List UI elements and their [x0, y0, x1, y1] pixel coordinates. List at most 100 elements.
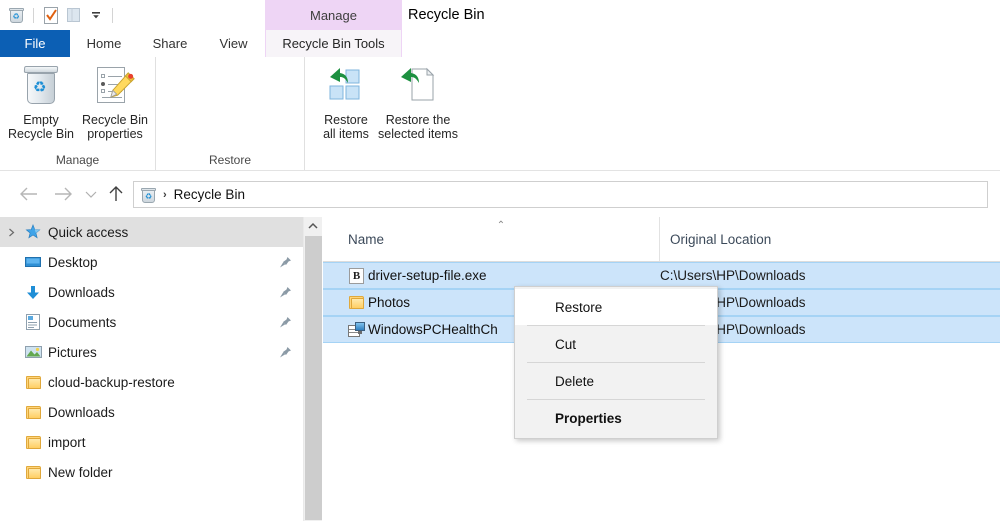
recycle-bin-properties-label-line2: properties	[87, 127, 143, 141]
tab-view[interactable]: View	[202, 30, 265, 57]
table-row[interactable]: B driver-setup-file.exe C:\Users\HP\Down…	[323, 262, 1000, 289]
pin-icon[interactable]	[277, 337, 293, 367]
sidebar-item-label: Downloads	[48, 404, 115, 420]
folder-icon	[22, 427, 44, 457]
restore-all-items-button[interactable]: Restore all items	[315, 61, 377, 149]
restore-selected-items-button[interactable]: Restore the selected items	[377, 61, 459, 149]
sidebar-item-desktop[interactable]: Desktop	[0, 247, 321, 277]
sort-ascending-icon: ⌃	[496, 220, 506, 231]
sidebar-item-import[interactable]: import	[0, 427, 321, 457]
tab-recycle-bin-tools[interactable]: Recycle Bin Tools	[265, 30, 402, 57]
folder-icon	[345, 296, 368, 309]
pictures-icon	[22, 337, 44, 367]
sidebar-item-label: Downloads	[48, 284, 115, 300]
recycle-bin-properties-label-line1: Recycle Bin	[82, 113, 148, 127]
file-name: WindowsPCHealthCh	[368, 322, 498, 337]
sidebar-item-label: New folder	[48, 464, 113, 480]
sidebar-item-pictures[interactable]: Pictures	[0, 337, 321, 367]
folder-icon	[22, 457, 44, 487]
context-menu-item-cut[interactable]: Cut	[515, 326, 717, 362]
window-title: Recycle Bin	[408, 7, 485, 23]
documents-icon	[22, 307, 44, 337]
pin-icon[interactable]	[277, 277, 293, 307]
quick-access-toolbar: ♻	[6, 0, 117, 30]
sidebar-item-cloud-backup-restore[interactable]: cloud-backup-restore	[0, 367, 321, 397]
qat-separator-2	[112, 7, 113, 23]
ribbon-group-manage-label: Manage	[55, 153, 100, 167]
desktop-icon	[22, 247, 44, 277]
context-menu: Restore Cut Delete Properties	[514, 286, 718, 439]
sidebar-item-label: import	[48, 434, 86, 450]
context-menu-item-properties[interactable]: Properties	[515, 400, 717, 436]
msi-installer-icon	[345, 321, 368, 338]
back-button[interactable]	[14, 179, 44, 209]
breadcrumb-separator-icon[interactable]: ›	[163, 189, 167, 201]
tab-file[interactable]: File	[0, 30, 70, 57]
document-pencil-icon	[97, 63, 135, 109]
sidebar-item-label: Desktop	[48, 254, 98, 270]
sidebar-item-label: cloud-backup-restore	[48, 374, 175, 390]
recycle-bin-properties-button[interactable]: Recycle Bin properties	[78, 61, 152, 149]
tab-share[interactable]: Share	[138, 30, 202, 57]
sidebar-item-downloads[interactable]: Downloads	[0, 277, 321, 307]
restore-all-items-label-line1: Restore	[324, 113, 368, 127]
file-name: driver-setup-file.exe	[368, 268, 487, 283]
sidebar-item-new-folder[interactable]: New folder	[0, 457, 321, 487]
navigation-pane: Quick access Desktop Downloads Documents…	[0, 217, 322, 521]
sidebar-item-label: Documents	[48, 314, 117, 330]
star-pin-icon	[22, 217, 44, 247]
column-header-name-label: Name	[348, 231, 385, 247]
empty-recycle-bin-label-line2: Recycle Bin	[8, 127, 74, 141]
navigation-pane-scrollbar[interactable]	[303, 217, 322, 521]
qat-separator-1	[33, 7, 34, 23]
ribbon-group-restore-label: Restore	[208, 153, 252, 167]
scroll-up-button[interactable]	[304, 217, 322, 235]
ribbon-group-manage: ♻ Empty Recycle Bin Recycle Bin properti…	[0, 57, 156, 170]
scrollbar-thumb[interactable]	[305, 236, 322, 520]
download-icon	[22, 277, 44, 307]
sidebar-item-documents[interactable]: Documents	[0, 307, 321, 337]
customize-dropdown-icon[interactable]	[87, 5, 105, 25]
contextual-tab-group-header: Manage	[265, 0, 402, 30]
ribbon-tab-bar: File Home Share View Recycle Bin Tools	[0, 30, 1000, 58]
column-header-original-location[interactable]: Original Location	[660, 217, 1000, 261]
context-menu-item-restore[interactable]: Restore	[515, 289, 717, 325]
sidebar-item-label: Pictures	[48, 344, 97, 360]
column-header-original-location-label: Original Location	[670, 231, 772, 247]
chevron-right-icon[interactable]	[0, 217, 22, 247]
empty-recycle-bin-button[interactable]: ♻ Empty Recycle Bin	[4, 61, 78, 149]
context-menu-item-delete[interactable]: Delete	[515, 363, 717, 399]
new-folder-icon[interactable]	[64, 5, 84, 25]
restore-selected-items-label-line1: Restore the	[385, 113, 451, 127]
recycle-bin-icon: ♻	[23, 63, 59, 109]
address-bar[interactable]: ♻ › Recycle Bin	[133, 181, 988, 208]
column-header-name[interactable]: Name ⌃	[323, 217, 660, 261]
empty-recycle-bin-label-line1: Empty	[23, 113, 59, 127]
pin-icon[interactable]	[277, 307, 293, 337]
tab-home[interactable]: Home	[70, 30, 138, 57]
folder-icon	[22, 367, 44, 397]
restore-all-items-label-line2: all items	[323, 127, 369, 141]
pin-icon[interactable]	[277, 247, 293, 277]
recycle-bin-icon: ♻	[141, 187, 156, 203]
folder-icon	[22, 397, 44, 427]
file-original-location: C:\Users\HP\Downloads	[660, 268, 806, 283]
recent-locations-icon[interactable]	[80, 179, 102, 209]
exe-file-icon: B	[345, 267, 368, 284]
up-button[interactable]	[102, 179, 130, 209]
recycle-bin-icon[interactable]: ♻	[6, 5, 26, 25]
column-header-row: Name ⌃ Original Location	[323, 217, 1000, 262]
breadcrumb-recycle-bin[interactable]: Recycle Bin	[174, 187, 245, 202]
sidebar-item-downloads-folder[interactable]: Downloads	[0, 397, 321, 427]
restore-selected-icon	[398, 63, 438, 109]
sidebar-item-quick-access[interactable]: Quick access	[0, 217, 321, 247]
ribbon-group-restore: Restore all items Restore the selected i…	[156, 57, 458, 170]
ribbon: ♻ Empty Recycle Bin Recycle Bin properti…	[0, 57, 1000, 171]
properties-icon[interactable]	[41, 5, 61, 25]
forward-button[interactable]	[48, 179, 78, 209]
restore-all-icon	[326, 63, 366, 109]
file-name: Photos	[368, 295, 411, 310]
sidebar-item-label: Quick access	[48, 224, 129, 240]
title-bar: ♻ Manage Recycle Bin	[0, 0, 1000, 30]
restore-selected-items-label-line2: selected items	[378, 127, 458, 141]
